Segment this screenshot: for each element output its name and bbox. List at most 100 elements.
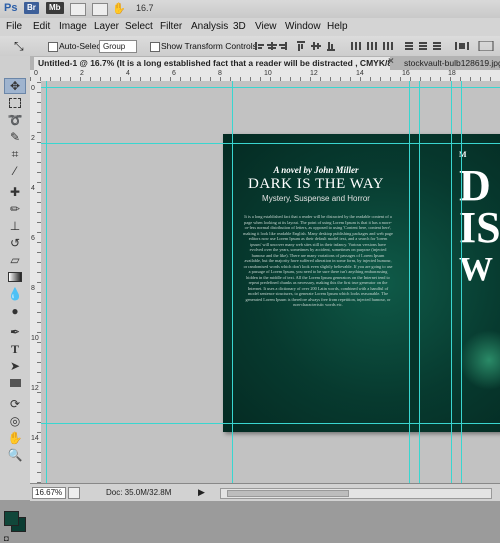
guide-horizontal[interactable]	[41, 87, 500, 88]
ruler-tick-label: 8	[218, 70, 222, 77]
clone-stamp-icon: ⊥	[9, 219, 21, 233]
healing-icon: ✚	[9, 185, 21, 199]
menu-view[interactable]: View	[255, 21, 277, 32]
auto-select-checkbox[interactable]	[48, 42, 58, 52]
ruler-tick-label: 10	[31, 335, 39, 342]
guide-horizontal[interactable]	[41, 423, 500, 424]
status-info-icon[interactable]	[68, 487, 80, 499]
show-transform-controls-checkbox[interactable]	[150, 42, 160, 52]
tab-label: stockvault-bulb128619.jpg @	[404, 58, 500, 68]
menu-help[interactable]: Help	[327, 21, 348, 32]
hand-tool-icon[interactable]: ✋	[112, 2, 126, 15]
ruler-tick-label: 4	[31, 185, 35, 192]
front-title-line: IS	[459, 203, 500, 252]
book-subtitle: Mystery, Suspense and Horror	[262, 194, 370, 203]
pen-icon: ✒	[9, 325, 21, 339]
arrange-documents-icon[interactable]	[70, 3, 86, 16]
options-bar: ⤡ Auto-Select: Group Show Transform Cont…	[0, 36, 500, 57]
close-tab-button[interactable]: ×	[388, 56, 394, 67]
healing-brush-tool[interactable]: ✚	[4, 184, 26, 200]
3d-orbit-tool[interactable]: ◎	[4, 413, 26, 429]
menu-window[interactable]: Window	[285, 21, 321, 32]
move-tool-preset-icon[interactable]: ⤡	[14, 39, 24, 54]
dodge-tool[interactable]: ●	[4, 303, 26, 319]
eyedropper-tool[interactable]: ⁄	[4, 163, 26, 179]
guide-horizontal[interactable]	[41, 143, 500, 144]
path-select-icon: ➤	[9, 359, 21, 373]
document-canvas[interactable]: A novel by John Miller DARK IS THE WAY M…	[41, 81, 500, 483]
ruler-tick-label: 8	[31, 285, 35, 292]
quick-selection-tool[interactable]: ✎	[4, 129, 26, 145]
status-menu-arrow-icon[interactable]: ▶	[198, 487, 205, 498]
zoom-percentage-field[interactable]: 16.67%	[32, 487, 66, 499]
ruler-tick-label: 0	[31, 85, 35, 92]
blur-icon: 💧	[7, 287, 23, 301]
show-transform-controls-label: Show Transform Controls	[161, 41, 257, 51]
bridge-button[interactable]: Br	[24, 2, 39, 14]
horizontal-scrollbar[interactable]	[220, 488, 492, 499]
3d-rotate-tool[interactable]: ⟳	[4, 396, 26, 412]
rectangle-icon	[9, 379, 21, 387]
menu-analysis[interactable]: Analysis	[191, 21, 228, 32]
menu-file[interactable]: File	[6, 21, 22, 32]
brush-icon: ✏	[9, 202, 21, 216]
status-bar: 16.67% Doc: 35.0M/32.8M ▶	[30, 483, 500, 501]
align-distribute-icons[interactable]	[255, 41, 500, 51]
move-tool[interactable]: ✥	[4, 78, 26, 94]
eyedropper-icon: ⁄	[13, 164, 16, 178]
type-tool[interactable]: T	[4, 341, 26, 357]
move-icon: ✥	[9, 79, 21, 93]
blurb-text: It is a long established fact that a rea…	[243, 214, 393, 307]
tab-stockvault-bulb[interactable]: stockvault-bulb128619.jpg @	[400, 57, 500, 70]
clone-stamp-tool[interactable]: ⊥	[4, 218, 26, 234]
marquee-tool[interactable]	[4, 95, 26, 111]
brush-tool[interactable]: ✏	[4, 201, 26, 217]
eraser-tool[interactable]: ▱	[4, 252, 26, 268]
pen-tool[interactable]: ✒	[4, 324, 26, 340]
zoom-level-select[interactable]: 16.7	[136, 2, 172, 14]
minibridge-button[interactable]: Mb	[46, 2, 64, 14]
ruler-tick-label: 14	[31, 435, 39, 442]
menu-layer[interactable]: Layer	[94, 21, 119, 32]
menu-filter[interactable]: Filter	[160, 21, 182, 32]
scrollbar-thumb[interactable]	[227, 490, 349, 497]
ruler-tick-label: 16	[402, 70, 410, 77]
menu-image[interactable]: Image	[59, 21, 87, 32]
zoom-tool[interactable]: 🔍	[4, 447, 26, 463]
menu-3d[interactable]: 3D	[233, 21, 246, 32]
blur-tool[interactable]: 💧	[4, 286, 26, 302]
history-brush-icon: ↺	[9, 236, 21, 250]
author-byline: A novel by John Miller	[273, 165, 359, 175]
rectangle-tool[interactable]	[4, 375, 26, 391]
marquee-icon	[9, 98, 21, 108]
front-title-line: D	[459, 161, 491, 210]
book-title: DARK IS THE WAY	[248, 176, 384, 192]
document-size-info: Doc: 35.0M/32.8M	[106, 488, 172, 497]
menu-edit[interactable]: Edit	[33, 21, 50, 32]
ruler-tick-label: 0	[34, 70, 38, 77]
hand-tool[interactable]: ✋	[4, 430, 26, 446]
quick-mask-icon[interactable]: ◘	[4, 534, 9, 543]
ruler-tick-label: 10	[264, 70, 272, 77]
crop-tool[interactable]: ⌗	[4, 146, 26, 162]
book-spine	[409, 134, 419, 432]
lasso-icon: ➰	[7, 113, 23, 127]
book-cover-artwork: A novel by John Miller DARK IS THE WAY M…	[223, 134, 500, 432]
auto-select-dropdown[interactable]: Group	[99, 40, 137, 53]
3d-orbit-icon: ◎	[9, 414, 21, 428]
path-selection-tool[interactable]: ➤	[4, 358, 26, 374]
menu-select[interactable]: Select	[125, 21, 153, 32]
lasso-tool[interactable]: ➰	[4, 112, 26, 128]
dodge-icon: ●	[11, 304, 19, 318]
menu-bar: File Edit Image Layer Select Filter Anal…	[0, 18, 500, 37]
front-title-line: W	[459, 251, 493, 288]
tab-untitled-1[interactable]: Untitled-1 @ 16.7% (It is a long establi…	[34, 57, 390, 70]
ruler-tick-label: 12	[31, 385, 39, 392]
foreground-color-swatch[interactable]	[4, 511, 19, 526]
back-cover-panel: A novel by John Miller DARK IS THE WAY M…	[223, 134, 409, 432]
ruler-tick-label: 2	[31, 135, 35, 142]
ruler-tick-label: 4	[126, 70, 130, 77]
gradient-tool[interactable]	[4, 269, 26, 285]
history-brush-tool[interactable]: ↺	[4, 235, 26, 251]
screen-mode-icon[interactable]	[92, 3, 108, 16]
